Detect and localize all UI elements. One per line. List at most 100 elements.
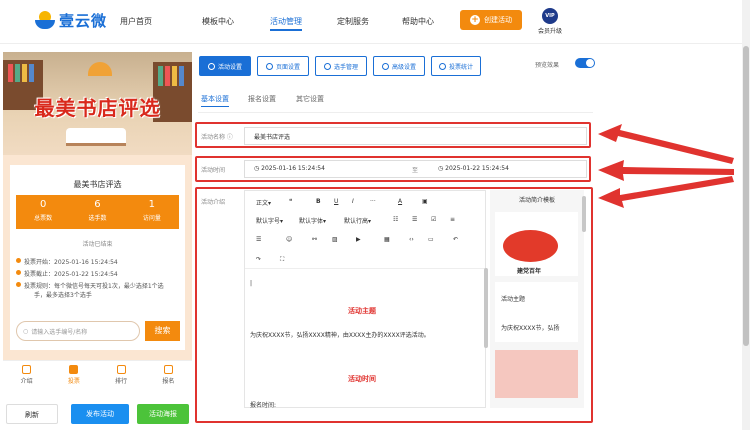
underline-icon[interactable]: U <box>334 198 338 205</box>
logo-mark-icon <box>35 10 55 31</box>
link-icon[interactable]: ⚯ <box>312 236 317 243</box>
top-header: 壹云微 用户首页 模板中心 活动管理 定制服务 帮助中心 + 创建活动 VIP 会… <box>0 0 750 44</box>
chart-icon <box>438 62 446 70</box>
toolbar-divider <box>245 268 485 269</box>
sliders-icon <box>381 62 389 70</box>
plus-icon: + <box>470 15 480 25</box>
bullet-list-icon[interactable]: ☷ <box>393 216 398 223</box>
template-image-party[interactable]: 建党百年 <box>495 212 578 276</box>
font-color-icon[interactable]: A <box>398 198 402 205</box>
tab-signup-settings[interactable]: 报名设置 <box>248 94 276 104</box>
paragraph-select[interactable]: 正文▾ <box>256 198 271 207</box>
numbered-list-icon[interactable]: ☰ <box>412 216 417 223</box>
vip-upgrade[interactable]: VIP 会员升级 <box>533 8 567 35</box>
more-icon[interactable]: ··· <box>370 198 376 205</box>
vote-stats-button[interactable]: 投票统计 <box>431 56 481 76</box>
scrollbar-thumb[interactable] <box>743 46 749 346</box>
phone-preview: 最美书店评选 最美书店评选 0 总票数 6 选手数 1 访问量 活动已结束 投票开始：… <box>3 52 192 392</box>
page-scrollbar[interactable] <box>742 0 750 430</box>
banner-title: 最美书店评选 <box>34 96 161 120</box>
italic-icon[interactable]: I <box>352 198 354 205</box>
search-button[interactable]: 搜索 <box>145 321 180 341</box>
create-activity-button[interactable]: + 创建活动 <box>460 10 522 30</box>
tab-basic-settings[interactable]: 基本设置 <box>201 94 229 107</box>
vip-label: 会员升级 <box>537 28 562 35</box>
template-panel-title: 活动简介模板 <box>518 197 555 204</box>
banner-image: 最美书店评选 <box>3 52 192 155</box>
tab-signup[interactable]: 报名 <box>145 361 192 392</box>
redo-icon[interactable]: ↷ <box>256 256 261 263</box>
nav-custom-service[interactable]: 定制服务 <box>337 16 369 27</box>
annotation-arrows <box>598 124 734 208</box>
nav-activity-manage[interactable]: 活动管理 <box>270 16 302 31</box>
fullscreen-icon[interactable]: ⛶ <box>280 256 284 264</box>
video-icon[interactable]: ▶ <box>356 236 361 243</box>
start-time: ◷ 2025-01-16 15:24:54 <box>254 165 325 172</box>
gear-icon <box>265 62 273 70</box>
tab-rank[interactable]: 排行 <box>98 361 145 392</box>
rule-icon <box>16 282 21 287</box>
page-settings-button[interactable]: 页面设置 <box>257 56 309 76</box>
vote-end-info: 投票截止：2025-01-22 15:24:54 <box>16 269 118 278</box>
preview-toggle[interactable] <box>575 58 595 68</box>
activity-name-value: 最美书店评选 <box>254 134 291 141</box>
quote-icon[interactable]: ❝ <box>289 198 292 205</box>
open-book-icon <box>66 128 126 146</box>
text-cursor: | <box>250 280 253 287</box>
card-title: 最美书店评选 <box>73 180 122 189</box>
line-height-select[interactable]: 默认行高▾ <box>344 216 371 225</box>
font-family-select[interactable]: 默认字体▾ <box>299 216 326 225</box>
editor-body-time: 报名时间: <box>250 402 277 409</box>
activity-card: 最美书店评选 0 总票数 6 选手数 1 访问量 活动已结束 投票开始：2025-01… <box>10 165 185 350</box>
editor-heading-theme: 活动主题 <box>348 307 376 315</box>
editor-body-theme: 为庆祝XXXX节，弘扬XXXX精神，由XXXX主办的XXXX评选活动。 <box>250 332 430 339</box>
contestant-manage-button[interactable]: 选手管理 <box>315 56 367 76</box>
tab-intro[interactable]: 介绍 <box>3 361 50 392</box>
rank-icon <box>116 365 126 374</box>
nav-help[interactable]: 帮助中心 <box>402 16 434 27</box>
nav-home[interactable]: 用户首页 <box>120 16 152 27</box>
tab-vote[interactable]: 投票 <box>50 361 97 392</box>
table-icon[interactable]: ▦ <box>384 236 390 243</box>
template-card-title: 活动主题 <box>501 296 526 303</box>
template-card[interactable]: 活动主题 为庆祝XXXX节，弘扬 <box>495 282 578 342</box>
stats-bar: 0 总票数 6 选手数 1 访问量 <box>16 195 179 229</box>
contestant-search-input[interactable]: ○ 请输入选手编号/名称 <box>16 321 140 341</box>
code-icon[interactable]: ‹› <box>409 236 414 243</box>
template-image-pink[interactable] <box>495 350 578 398</box>
activity-name-input[interactable] <box>244 127 587 145</box>
tab-other-settings[interactable]: 其它设置 <box>296 94 324 104</box>
nav-templates[interactable]: 模板中心 <box>202 16 234 27</box>
search-placeholder: 请输入选手编号/名称 <box>31 328 88 336</box>
logo[interactable]: 壹云微 <box>35 10 107 31</box>
vip-icon: VIP <box>542 8 558 24</box>
todo-icon[interactable]: ☑ <box>431 216 436 223</box>
image-icon[interactable]: ▨ <box>332 236 338 243</box>
template-scrollbar[interactable] <box>582 196 586 232</box>
lamp-icon <box>88 62 112 76</box>
clock-icon <box>16 258 21 263</box>
advanced-settings-button[interactable]: 高级设置 <box>373 56 425 76</box>
undo-icon[interactable]: ↶ <box>453 236 458 243</box>
publish-button[interactable]: 发布活动 <box>71 404 129 424</box>
time-separator: 至 <box>412 167 419 174</box>
gear-icon <box>207 62 215 70</box>
intro-label: 活动介绍 <box>201 199 226 206</box>
emoji-icon[interactable]: ☺ <box>286 236 292 243</box>
activity-ended-text: 活动已结束 <box>82 241 113 248</box>
intro-icon <box>22 365 32 374</box>
indent-icon[interactable]: ☰ <box>256 236 261 243</box>
poster-button[interactable]: 活动海报 <box>137 404 189 424</box>
end-time: ◷ 2025-01-22 15:24:54 <box>438 165 509 172</box>
bg-color-icon[interactable]: ▣ <box>422 198 428 205</box>
editor-scrollbar[interactable] <box>484 268 488 348</box>
stat-visits: 1 访问量 <box>142 199 161 222</box>
logo-text: 壹云微 <box>59 12 108 30</box>
activity-settings-button[interactable]: 活动设置 <box>199 56 251 76</box>
bold-icon[interactable]: B <box>316 198 321 205</box>
font-size-select[interactable]: 默认字号▾ <box>256 216 283 225</box>
align-icon[interactable]: ≡ <box>450 216 455 223</box>
divider-icon[interactable]: ▭ <box>428 236 434 243</box>
preview-label: 预览效果 <box>535 62 560 69</box>
refresh-button[interactable]: 刷新 <box>6 404 58 424</box>
